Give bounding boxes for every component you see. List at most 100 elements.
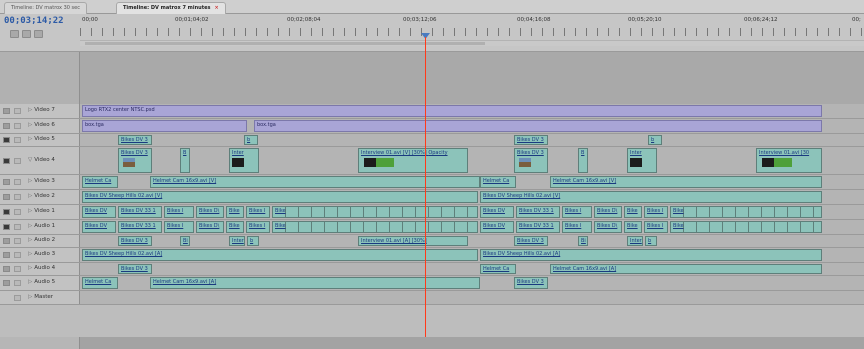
clip[interactable]: Bikes I <box>246 206 270 218</box>
clip[interactable]: Bikes D\ <box>594 221 622 233</box>
tab-dv-matrox-30-sec[interactable]: Timeline: DV matrox 30 sec <box>4 2 87 14</box>
clip[interactable]: Bi <box>180 236 190 246</box>
clip[interactable]: Bike <box>226 206 244 218</box>
time-ruler[interactable]: 00;00 00;01;04;02 00;02;08;04 00;03;12;0… <box>80 14 864 52</box>
clip[interactable]: Bikes DV 3 <box>118 236 152 246</box>
eye-icon[interactable] <box>3 179 10 185</box>
clip[interactable]: Bike <box>624 206 642 218</box>
track-name[interactable]: ▽ Video 4 <box>28 157 55 163</box>
lock-icon[interactable] <box>14 280 21 286</box>
eye-icon[interactable] <box>3 108 10 114</box>
lock-icon[interactable] <box>14 224 21 230</box>
track-name[interactable]: ▷ Audio 2 <box>28 237 55 243</box>
clip[interactable]: Bike <box>670 221 822 233</box>
eye-icon[interactable] <box>3 137 10 143</box>
clip[interactable]: B <box>578 148 588 173</box>
clip[interactable]: Bikes DV 3 <box>118 148 152 173</box>
clip[interactable]: Helmet Ca <box>480 264 516 274</box>
clip[interactable]: Bikes I <box>164 221 194 233</box>
clip[interactable]: Bikes D\ <box>594 206 622 218</box>
lock-icon[interactable] <box>14 238 21 244</box>
clip[interactable]: Logo RTX2 center NTSC.psd <box>82 105 822 117</box>
eye-icon[interactable] <box>3 194 10 200</box>
clip[interactable]: Bike <box>624 221 642 233</box>
track-name[interactable]: ▷ Video 7 <box>28 107 55 113</box>
clip[interactable]: Helmet Ca <box>480 176 516 188</box>
clip[interactable]: Helmet Ca <box>82 277 118 289</box>
clip[interactable]: b <box>645 236 657 246</box>
clip[interactable]: Bikes DV 33 1 <box>118 221 162 233</box>
lock-icon[interactable] <box>14 123 21 129</box>
clip[interactable]: Bikes I <box>562 221 592 233</box>
add-marker-icon[interactable] <box>34 30 43 38</box>
clip[interactable]: Bikes DV 3 <box>514 135 548 145</box>
snap-icon[interactable] <box>10 30 19 38</box>
lock-icon[interactable] <box>14 108 21 114</box>
clip[interactable]: Interview 01.avi [A] [30%] <box>358 236 468 246</box>
clip[interactable]: B <box>180 148 190 173</box>
clip[interactable]: Helmet Cam 16x9.avi [A] <box>550 264 822 274</box>
clip[interactable]: Bikes D\ <box>196 221 224 233</box>
track-name[interactable]: ▷ Video 3 <box>28 178 55 184</box>
clip[interactable]: Helmet Cam 16x9.avi [A] <box>150 277 480 289</box>
clip[interactable]: Inter <box>229 148 259 173</box>
eye-icon[interactable] <box>3 157 10 164</box>
tab-dv-matrox-7-minutes[interactable]: Timeline: DV matrox 7 minutes × <box>116 2 226 14</box>
lock-icon[interactable] <box>14 157 21 164</box>
clip[interactable]: Bike <box>226 221 244 233</box>
clip[interactable]: Bike <box>272 206 478 218</box>
lock-icon[interactable] <box>14 266 21 272</box>
clip[interactable]: Bikes DV <box>480 221 514 233</box>
clip[interactable]: Inter <box>627 236 643 246</box>
clip[interactable]: Bikes DV Sheep Hills 02.avi [V] <box>480 191 822 203</box>
clip[interactable]: Bikes I <box>644 206 668 218</box>
eye-icon[interactable] <box>3 209 10 215</box>
clip[interactable]: Bikes DV 3 <box>514 277 548 289</box>
lock-icon[interactable] <box>14 179 21 185</box>
eye-icon[interactable] <box>3 123 10 129</box>
clip[interactable]: Bikes I <box>246 221 270 233</box>
track-name[interactable]: ▷ Video 5 <box>28 136 55 142</box>
clip[interactable]: Bikes DV 3 <box>118 135 152 145</box>
marker-icon[interactable] <box>22 30 31 38</box>
clip[interactable]: Bikes DV 33 1 <box>516 206 560 218</box>
speaker-icon[interactable] <box>3 252 10 258</box>
clip[interactable]: Bikes DV <box>82 221 116 233</box>
clip[interactable]: b <box>244 135 258 145</box>
clip[interactable]: Bikes DV 3 <box>514 236 548 246</box>
playhead-line[interactable] <box>425 37 426 337</box>
clip[interactable]: Bikes I <box>644 221 668 233</box>
clip[interactable]: Bikes DV <box>82 206 116 218</box>
clip[interactable]: b <box>247 236 259 246</box>
clip[interactable]: Bikes D\ <box>196 206 224 218</box>
track-name[interactable]: ▷ Video 1 <box>28 208 55 214</box>
clip[interactable]: Bikes I <box>562 206 592 218</box>
clip[interactable]: box.tga <box>254 120 822 132</box>
clip[interactable]: Bikes DV Sheep Hills 02.avi [A] <box>480 249 822 261</box>
work-area-bar[interactable] <box>80 40 864 46</box>
clip[interactable]: Bikes DV <box>480 206 514 218</box>
speaker-icon[interactable] <box>3 280 10 286</box>
clip[interactable]: Bikes DV Sheep Hills 02.avi [A] <box>82 249 478 261</box>
clip[interactable]: box.tga <box>82 120 247 132</box>
clip[interactable]: Bikes DV 3 <box>118 264 152 274</box>
track-name[interactable]: ▷ Audio 3 <box>28 251 55 257</box>
clip[interactable]: b <box>648 135 662 145</box>
clip[interactable]: Bi <box>578 236 588 246</box>
clip[interactable]: Helmet Cam 16x9.avi [V] <box>150 176 480 188</box>
clip[interactable]: Bikes DV Sheep Hills 02.avi [V] <box>82 191 478 203</box>
lock-icon[interactable] <box>14 194 21 200</box>
track-name[interactable]: ▷ Audio 4 <box>28 265 55 271</box>
clip[interactable]: Bikes DV 3 <box>514 148 548 173</box>
current-timecode[interactable]: 00;03;14;22 <box>4 16 64 26</box>
lock-icon[interactable] <box>14 252 21 258</box>
lock-icon[interactable] <box>14 209 21 215</box>
track-name[interactable]: ▷ Video 6 <box>28 122 55 128</box>
speaker-icon[interactable] <box>3 224 10 230</box>
lock-icon[interactable] <box>14 294 21 301</box>
track-name[interactable]: ▷ Audio 5 <box>28 279 55 285</box>
clip[interactable]: Bike <box>272 221 478 233</box>
track-name[interactable]: ▷ Master <box>28 294 53 300</box>
speaker-icon[interactable] <box>3 238 10 244</box>
clip[interactable]: Helmet Cam 16x9.avi [V] <box>550 176 822 188</box>
